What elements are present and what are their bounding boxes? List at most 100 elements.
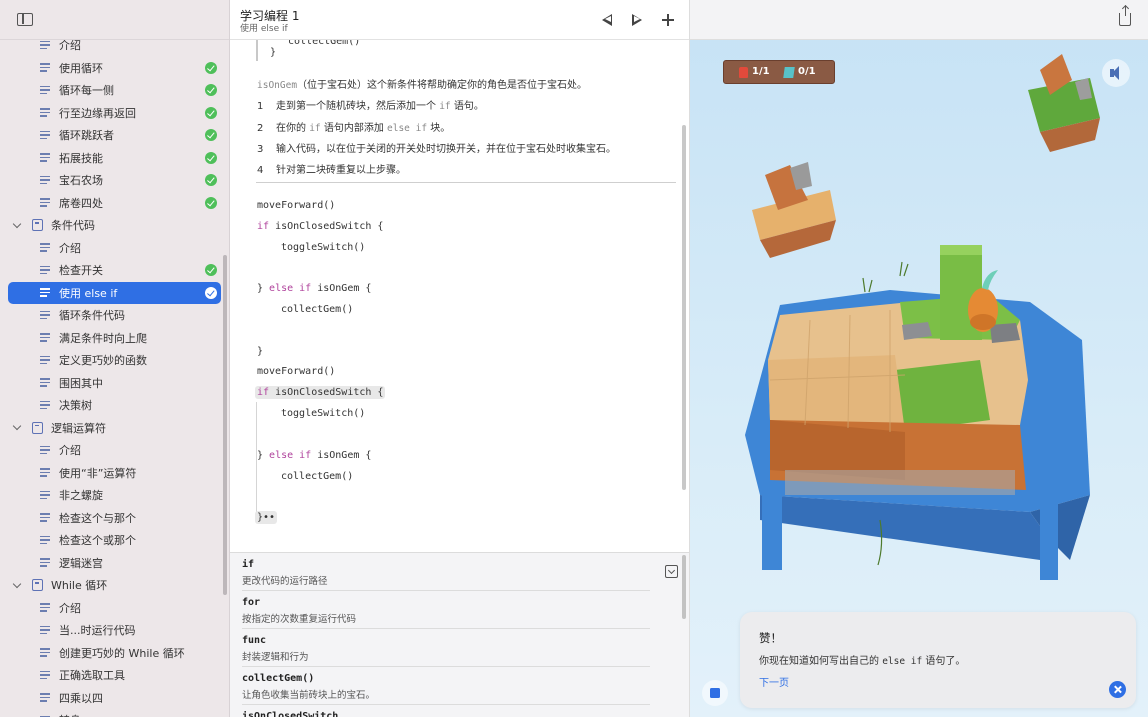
code-line[interactable]: collectGem() xyxy=(281,471,353,482)
code-line-highlighted[interactable]: }•• xyxy=(255,511,278,524)
checkmark-icon xyxy=(205,151,217,164)
sidebar-item-label: 席卷四处 xyxy=(59,196,103,210)
sidebar-toggle-icon[interactable] xyxy=(17,13,33,26)
sidebar-item[interactable]: 定义更巧妙的函数 xyxy=(0,349,229,372)
sidebar-item-label: 拓展技能 xyxy=(59,151,103,165)
sidebar-item[interactable]: 拓展技能 xyxy=(0,147,229,170)
sidebar-item[interactable]: 逻辑迷宫 xyxy=(0,552,229,575)
sidebar-item-label: 满足条件时向上爬 xyxy=(59,331,147,345)
code-line[interactable]: } xyxy=(257,346,263,357)
code-line[interactable]: if isOnClosedSwitch { xyxy=(257,221,383,232)
collapse-chevron-icon[interactable] xyxy=(665,565,678,578)
shortcut-item-collectgem[interactable]: collectGem() 让角色收集当前砖块上的宝石。 xyxy=(242,667,650,705)
stop-button[interactable] xyxy=(702,680,728,706)
sidebar-item-label: 循环跳跃者 xyxy=(59,129,114,143)
sidebar-item-label: 决策树 xyxy=(59,399,92,413)
sidebar-item-label: 围困其中 xyxy=(59,376,103,390)
page-icon xyxy=(40,333,50,342)
sidebar-item[interactable]: 介绍 xyxy=(0,597,229,620)
chevron-down-icon[interactable] xyxy=(12,579,22,588)
sidebar-chapter[interactable]: While 循环 xyxy=(0,574,229,597)
sidebar-item[interactable]: 围困其中 xyxy=(0,372,229,395)
code-line[interactable]: } else if isOnGem { xyxy=(257,283,371,294)
sidebar-item[interactable]: 当...时运行代码 xyxy=(0,619,229,642)
inline-code: else if xyxy=(387,123,428,134)
chevron-down-icon[interactable] xyxy=(12,219,22,228)
step-text: 块。 xyxy=(427,123,451,134)
sidebar-item[interactable]: 四乘以四 xyxy=(0,687,229,710)
shortcut-bar: if 更改代码的运行路径 for 按指定的次数重复运行代码 func 封装逻辑和行为 … xyxy=(230,552,689,717)
sidebar-item-label: 检查这个或那个 xyxy=(59,534,136,548)
sidebar-item[interactable]: 席卷四处 xyxy=(0,192,229,215)
next-page-button[interactable] xyxy=(627,10,647,30)
sidebar-item-label: 定义更巧妙的函数 xyxy=(59,354,147,368)
sidebar-item[interactable]: 满足条件时向上爬 xyxy=(0,327,229,350)
sidebar-item[interactable]: 循环每一侧 xyxy=(0,79,229,102)
sidebar-chapter[interactable]: 条件代码 xyxy=(0,214,229,237)
sidebar-item-label: 逻辑迷宫 xyxy=(59,556,103,570)
sidebar-item-label: 行至边缘再返回 xyxy=(59,106,136,120)
add-button[interactable] xyxy=(658,10,678,30)
sidebar-item[interactable]: 循环条件代码 xyxy=(0,304,229,327)
sidebar-item[interactable]: 行至边缘再返回 xyxy=(0,102,229,125)
sidebar-item[interactable]: 介绍 xyxy=(0,439,229,462)
sidebar-item[interactable]: 检查这个与那个 xyxy=(0,507,229,530)
page-icon xyxy=(40,693,50,702)
checkmark-icon xyxy=(205,106,217,119)
step-text: 语句。 xyxy=(450,101,484,112)
popup-message: 你现在知道如何写出自己的 else if 语句了。 xyxy=(759,652,965,667)
sidebar-item-label: 逻辑运算符 xyxy=(51,421,106,435)
shortcut-item-if[interactable]: if 更改代码的运行路径 xyxy=(242,553,650,591)
sidebar-item[interactable]: 创建更巧妙的 While 循环 xyxy=(0,642,229,665)
sidebar-item[interactable]: 正确选取工具 xyxy=(0,664,229,687)
step-number: 2 xyxy=(257,123,264,134)
step-number: 4 xyxy=(257,165,264,176)
shortcut-item-isonclosedswitch[interactable]: isOnClosedSwitch xyxy=(242,705,650,717)
share-icon[interactable] xyxy=(1119,6,1131,26)
code-line[interactable]: moveForward() xyxy=(257,366,335,377)
code-line[interactable]: toggleSwitch() xyxy=(281,242,365,253)
code-line-highlighted[interactable]: if isOnClosedSwitch { xyxy=(255,386,386,399)
code-line[interactable]: toggleSwitch() xyxy=(281,408,365,419)
speaker-icon[interactable] xyxy=(1102,59,1130,87)
shortcut-item-for[interactable]: for 按指定的次数重复运行代码 xyxy=(242,591,650,629)
sidebar-item[interactable]: 循环跳跃者 xyxy=(0,124,229,147)
code-keyword: if xyxy=(257,387,270,398)
shortcut-scrollbar[interactable] xyxy=(682,555,686,619)
step-number: 1 xyxy=(257,101,264,112)
sidebar-chapter[interactable]: 逻辑运算符 xyxy=(0,417,229,440)
sidebar-item[interactable]: 非之螺旋 xyxy=(0,484,229,507)
next-page-link[interactable]: 下一页 xyxy=(759,674,789,689)
page-icon xyxy=(40,310,50,320)
code-line[interactable]: collectGem() xyxy=(281,304,353,315)
sidebar-item[interactable]: 使用 else if xyxy=(0,281,229,305)
code-line[interactable]: moveForward() xyxy=(257,200,335,211)
sidebar-item[interactable]: 转身 xyxy=(0,709,229,717)
page-icon xyxy=(40,625,50,635)
instruction-step: 3 输入代码，以在位于关闭的开关处时切换开关，并在位于宝石处时收集宝石。 xyxy=(257,140,616,155)
code-line[interactable]: } else if isOnGem { xyxy=(257,450,371,461)
sidebar-item[interactable]: 检查这个或那个 xyxy=(0,529,229,552)
close-icon[interactable] xyxy=(1109,681,1126,698)
page-icon xyxy=(40,445,50,455)
step-text: 输入代码，以在位于关闭的开关处时切换开关，并在位于宝石处时收集宝石。 xyxy=(276,144,616,155)
code-keyword: if xyxy=(257,221,270,232)
sidebar-item-label: 使用循环 xyxy=(59,61,103,75)
code-text: isOnGem { xyxy=(311,450,372,461)
sidebar-item[interactable]: 检查开关 xyxy=(0,259,229,282)
code-keyword: else if xyxy=(269,283,312,294)
chevron-down-icon[interactable] xyxy=(12,422,22,431)
sidebar-item[interactable]: 宝石农场 xyxy=(0,169,229,192)
popup-text: 你现在知道如何写出自己的 xyxy=(759,656,883,667)
page-icon xyxy=(40,153,50,162)
shortcut-item-func[interactable]: func 封装逻辑和行为 xyxy=(242,629,650,667)
sidebar-item[interactable]: 使用“非”运算符 xyxy=(0,462,229,485)
previous-page-button[interactable] xyxy=(597,10,617,30)
sidebar-item[interactable]: 使用循环 xyxy=(0,57,229,80)
sidebar-scrollbar[interactable] xyxy=(223,255,227,595)
editor-scrollbar[interactable] xyxy=(682,125,686,490)
sidebar-item[interactable]: 决策树 xyxy=(0,394,229,417)
intro-text: （位于宝石处）这个新条件将帮助确定你的角色是否位于宝石处。 xyxy=(297,80,588,91)
sidebar-item[interactable]: 介绍 xyxy=(0,237,229,260)
editor-toolbar: 学习编程 1 使用 else if xyxy=(230,0,689,40)
